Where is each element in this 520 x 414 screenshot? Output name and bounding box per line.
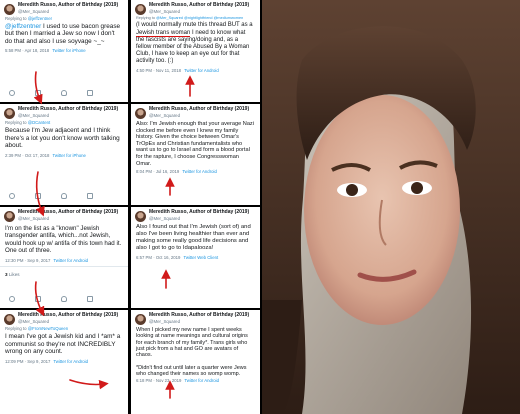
avatar[interactable] [4, 4, 15, 15]
tweet-text: When I picked my new name I spent weeks … [136, 327, 248, 378]
author-handle[interactable]: @Mer_Squared [18, 319, 118, 324]
tweet-text: Also I found out that I'm Jewish (sort o… [136, 224, 251, 251]
author-handle[interactable]: @Mer_Squared [149, 216, 249, 221]
share-icon[interactable] [87, 193, 93, 199]
tweet-meta: 6:18 PM · Nov 23, 2019 Twitter for Androi… [131, 377, 260, 383]
tweet-header: Meredith Russo, Author of Birthday (2019… [131, 0, 260, 15]
tweet-meta: 5:58 PM · Apr 18, 2018 Twitter for iPhone [0, 45, 128, 53]
tweet-meta: 12:30 PM · Sep 9, 2017 Twitter for Androi… [0, 255, 128, 263]
tweet-header: Meredith Russo, Author of Birthday (2019… [0, 310, 128, 325]
author-name[interactable]: Meredith Russo, Author of Birthday (2019… [149, 2, 249, 9]
author-handle[interactable]: @Mer_Squared [18, 216, 118, 221]
like-icon[interactable] [61, 296, 67, 302]
avatar[interactable] [135, 314, 146, 325]
tweet-meta: 4:50 PM · Nov 11, 2018 Twitter for Androi… [131, 65, 260, 73]
tweet-card-6: Meredith Russo, Author of Birthday (2019… [131, 104, 260, 205]
likes-row[interactable]: 3 Likes [0, 265, 128, 277]
tweet-client: Twitter for iPhone [52, 48, 86, 54]
likes-count: 3 [5, 271, 8, 277]
avatar[interactable] [135, 4, 146, 15]
tweet-timestamp[interactable]: 6:18 PM · Nov 23, 2019 [136, 378, 181, 383]
tweet-card-2: Meredith Russo, Author of Birthday (2019… [0, 104, 128, 205]
tweet-timestamp[interactable]: 4:50 PM · Nov 11, 2018 [136, 68, 181, 73]
tweet-timestamp[interactable]: 2:39 PM · Oct 17, 2018 [5, 153, 49, 158]
reply-mention-link[interactable]: @FromNewToQueen [28, 326, 68, 331]
tweet-actions [0, 292, 102, 306]
reply-icon[interactable] [9, 90, 15, 96]
reply-icon[interactable] [9, 193, 15, 199]
tweet-text: (I would normally mute this thread BUT a… [136, 22, 253, 64]
avatar[interactable] [135, 211, 146, 222]
tweet-header: Meredith Russo, Author of Birthday (2019… [131, 207, 260, 222]
tweet-timestamp[interactable]: 5:58 PM · Apr 18, 2018 [5, 48, 49, 53]
tweet-meta: 2:39 PM · Oct 17, 2018 Twitter for iPhone [0, 150, 128, 158]
reply-mention-link[interactable]: @DCantent [28, 120, 51, 125]
tweet-header: Meredith Russo, Author of Birthday (2019… [0, 0, 128, 15]
tweet-client: Twitter Web Client [183, 255, 219, 260]
author-name[interactable]: Meredith Russo, Author of Birthday (2019… [18, 106, 118, 113]
author-name[interactable]: Meredith Russo, Author of Birthday (2019… [149, 312, 249, 319]
tweet-text: @jeffzentner I used to use bacon grease … [5, 23, 121, 45]
share-icon[interactable] [87, 90, 93, 96]
text-mention-link[interactable]: @jeffzentner [5, 23, 41, 30]
tweet-client: Twitter for Android [182, 169, 217, 175]
share-icon[interactable] [87, 296, 93, 302]
author-name[interactable]: Meredith Russo, Author of Birthday (2019… [18, 209, 118, 216]
likes-label: Likes [8, 271, 20, 277]
tweet-meta: 6:57 PM · Oct 16, 2019 Twitter Web Client [131, 252, 260, 260]
tweet-client: Twitter for iPhone [52, 152, 86, 158]
tweet-card-8: Meredith Russo, Author of Birthday (2019… [131, 310, 260, 414]
tweet-timestamp[interactable]: 12:09 PM · Sep 9, 2017 [5, 359, 50, 364]
author-handle[interactable]: @Mer_Squared [149, 319, 249, 324]
author-name[interactable]: Meredith Russo, Author of Birthday (2019… [149, 209, 249, 216]
author-name[interactable]: Meredith Russo, Author of Birthday (2019… [18, 312, 118, 319]
author-handle[interactable]: @Mer_Squared [18, 9, 118, 14]
tweet-timestamp[interactable]: 6:57 PM · Oct 16, 2019 [136, 255, 180, 260]
tweet-text: I mean I've got a Jewish kid and I *am* … [5, 333, 121, 356]
portrait-photo [262, 0, 520, 414]
avatar[interactable] [4, 314, 15, 325]
tweet-header: Meredith Russo, Author of Birthday (2019… [131, 310, 260, 325]
reply-icon[interactable] [9, 296, 15, 302]
author-handle[interactable]: @Mer_Squared [149, 113, 249, 118]
retweet-icon[interactable] [35, 193, 41, 199]
tweet-card-5: Meredith Russo, Author of Birthday (2019… [131, 0, 260, 102]
tweet-text: Also: I'm Jewish enough that your averag… [136, 121, 254, 167]
like-icon[interactable] [61, 90, 67, 96]
tweet-meta: 12:09 PM · Sep 9, 2017 Twitter for Androi… [0, 356, 128, 364]
reply-mention-link[interactable]: @Mer_Squared @nightlightfriend @mediumwo… [156, 16, 243, 20]
portrait-image [262, 0, 520, 414]
tweet-card-4: Meredith Russo, Author of Birthday (2019… [0, 310, 128, 414]
author-name[interactable]: Meredith Russo, Author of Birthday (2019… [18, 2, 118, 9]
tweet-timestamp[interactable]: 12:30 PM · Sep 9, 2017 [5, 258, 50, 263]
tweet-card-3: Meredith Russo, Author of Birthday (2019… [0, 207, 128, 308]
tweet-text: I'm on the list as a "known" Jewish tran… [5, 225, 122, 255]
avatar[interactable] [4, 211, 15, 222]
tweet-text: Because I'm Jew adjacent and I think the… [5, 127, 120, 150]
tweet-client: Twitter for Android [53, 257, 89, 263]
tweet-client: Twitter for Android [184, 378, 220, 384]
tweet-meta: 8:04 PM · Jul 16, 2019 Twitter for Androi… [131, 167, 260, 174]
tweet-header: Meredith Russo, Author of Birthday (2019… [0, 207, 128, 222]
tweet-timestamp[interactable]: 8:04 PM · Jul 16, 2019 [136, 169, 179, 174]
tweet-card-1: Meredith Russo, Author of Birthday (2019… [0, 0, 128, 102]
reply-line: Replying to @Mer_Squared @nightlightfrie… [136, 16, 244, 20]
author-name[interactable]: Meredith Russo, Author of Birthday (2019… [149, 106, 249, 113]
tweet-actions [0, 86, 102, 100]
like-icon[interactable] [61, 193, 67, 199]
avatar[interactable] [135, 108, 146, 119]
retweet-icon[interactable] [35, 90, 41, 96]
tweet-card-7: Meredith Russo, Author of Birthday (2019… [131, 207, 260, 308]
tweet-actions [0, 189, 102, 203]
reply-mention-link[interactable]: @jeffzentner [28, 16, 52, 21]
retweet-icon[interactable] [35, 296, 41, 302]
author-handle[interactable]: @Mer_Squared [18, 113, 118, 118]
author-handle[interactable]: @Mer_Squared [149, 9, 249, 14]
tweet-header: Meredith Russo, Author of Birthday (2019… [0, 104, 128, 119]
underlined-phrase: Jewish trans woman [136, 29, 191, 37]
avatar[interactable] [4, 108, 15, 119]
tweet-header: Meredith Russo, Author of Birthday (2019… [131, 104, 260, 119]
tweet-client: Twitter for Android [53, 358, 89, 364]
tweet-client: Twitter for Android [184, 67, 219, 73]
